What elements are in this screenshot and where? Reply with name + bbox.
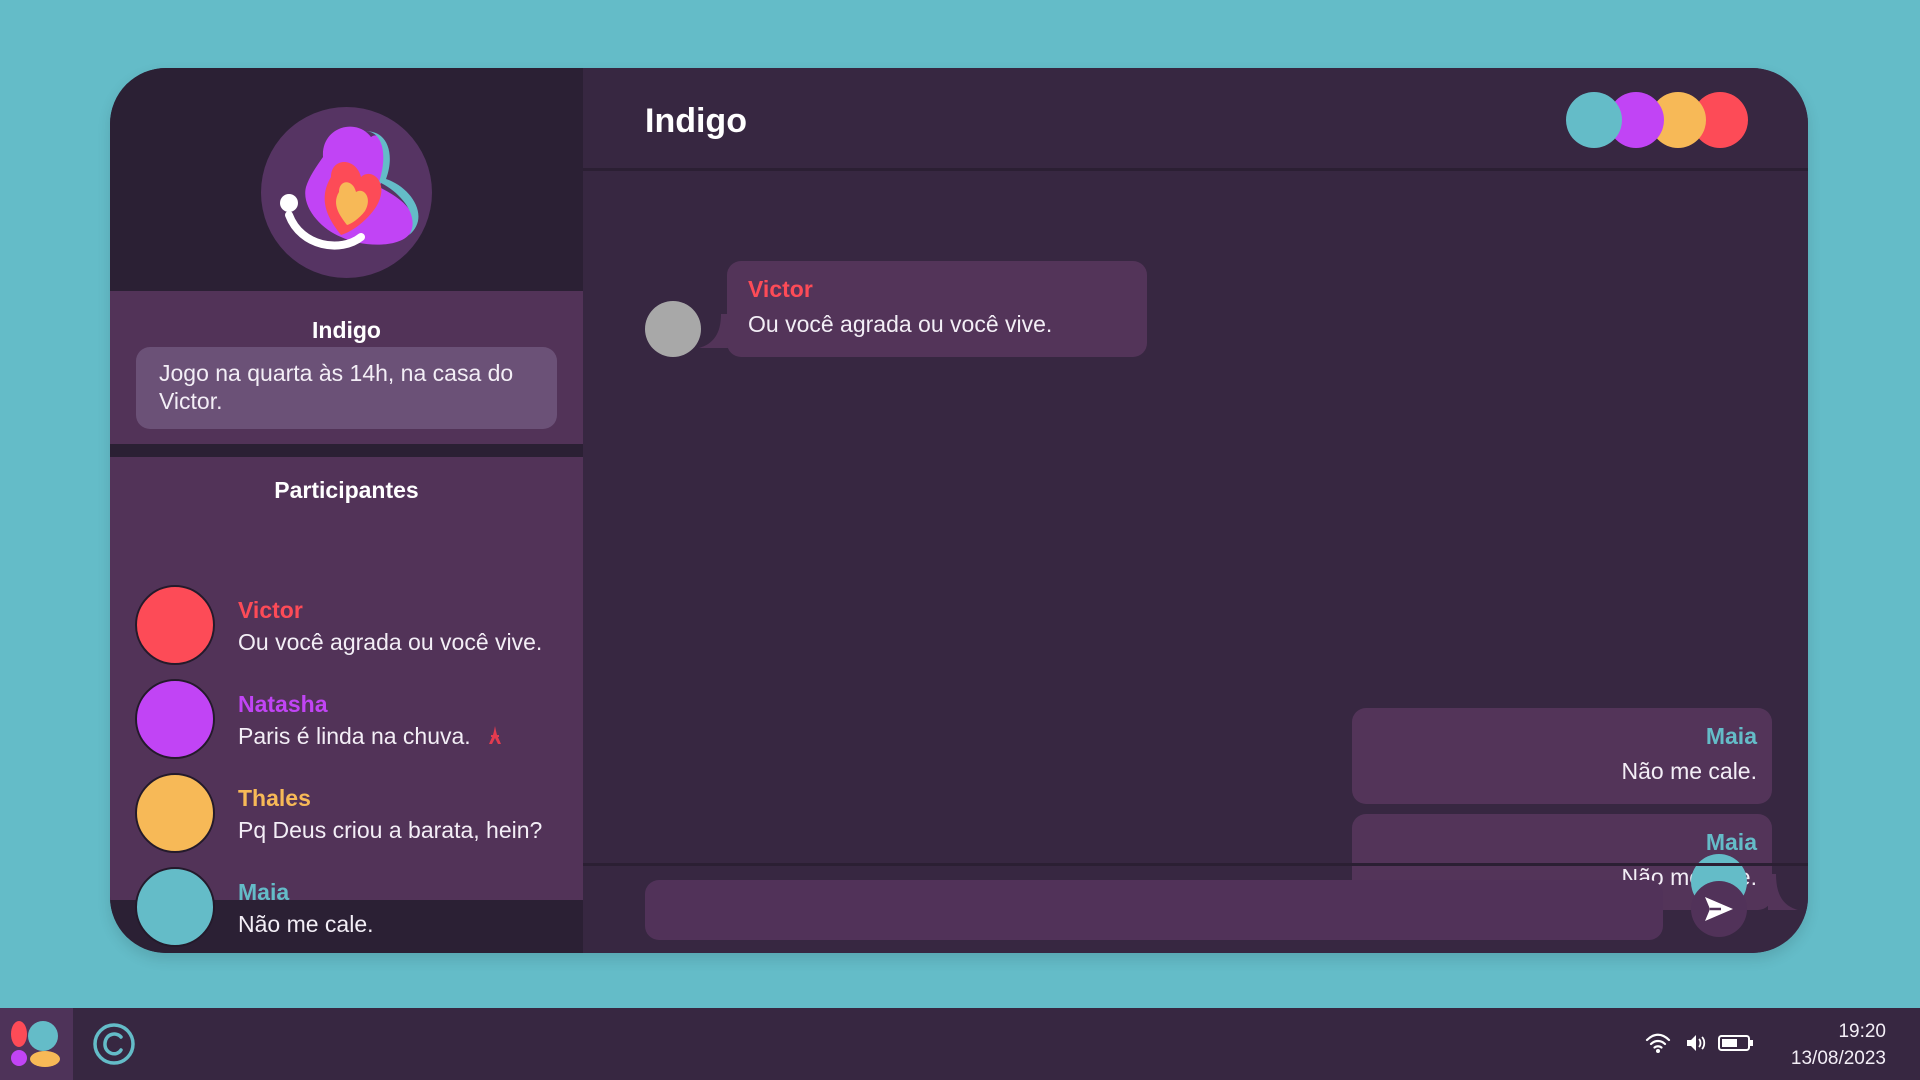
avatar: [1566, 92, 1622, 148]
clock[interactable]: 19:20 13/08/2023: [1791, 1018, 1886, 1072]
clock-date: 13/08/2023: [1790, 1048, 1886, 1069]
message-bubble[interactable]: Victor Ou você agrada ou você vive.: [727, 261, 1147, 357]
group-description: Jogo na quarta às 14h, na casa do Victor…: [136, 347, 557, 429]
group-info-panel: Indigo Jogo na quarta às 14h, na casa do…: [110, 291, 583, 444]
participant-name: Victor: [238, 597, 303, 623]
chat-title: Indigo: [645, 102, 747, 140]
send-button[interactable]: [1691, 881, 1747, 937]
message-list[interactable]: Victor Ou você agrada ou você vive. Maia…: [583, 174, 1808, 910]
volume-icon[interactable]: [1685, 1032, 1707, 1059]
battery-icon[interactable]: [1718, 1034, 1754, 1057]
participant-status-text: Paris é linda na chuva.: [238, 723, 471, 749]
message-input[interactable]: [645, 880, 1663, 940]
participant-status: Não me cale.: [238, 911, 374, 937]
avatar: [135, 867, 215, 947]
composer: [583, 863, 1808, 953]
message-sender: Maia: [1705, 829, 1757, 855]
participant-name: Thales: [238, 785, 311, 811]
avatar: [135, 585, 215, 665]
participants-panel: Participantes Victor Ou você agrada ou v…: [110, 457, 583, 947]
avatar: [135, 773, 215, 853]
chat-main: Indigo Victor Ou você agrada ou você viv…: [583, 68, 1808, 953]
bubble-tail: [699, 314, 729, 348]
participant-maia[interactable]: Maia Não me cale.: [135, 867, 575, 947]
avatar: [135, 679, 215, 759]
avatar: [645, 301, 701, 357]
copyright-app-icon[interactable]: [92, 1022, 136, 1066]
member-avatars[interactable]: [1566, 92, 1748, 148]
send-icon: [1703, 895, 1735, 923]
message-bubble[interactable]: Maia Não me cale.: [1352, 708, 1772, 804]
sidebar: Indigo Jogo na quarta às 14h, na casa do…: [110, 68, 583, 953]
participant-status: Pq Deus criou a barata, hein?: [238, 817, 543, 843]
participant-victor[interactable]: Victor Ou você agrada ou você vive.: [135, 585, 575, 665]
participant-name: Natasha: [238, 691, 328, 717]
participant-natasha[interactable]: Natasha Paris é linda na chuva.: [135, 679, 575, 759]
taskbar: 19:20 13/08/2023: [0, 1008, 1920, 1080]
chat-window: Indigo Jogo na quarta às 14h, na casa do…: [110, 68, 1808, 953]
chat-header: Indigo: [583, 68, 1808, 171]
eiffel-tower-icon: [487, 724, 503, 751]
participant-status: Paris é linda na chuva.: [238, 723, 503, 751]
group-name: Indigo: [312, 317, 381, 343]
participant-thales[interactable]: Thales Pq Deus criou a barata, hein?: [135, 773, 575, 853]
clock-time: 19:20: [1838, 1021, 1886, 1042]
message-sender: Victor: [748, 276, 813, 302]
participants-title: Participantes: [274, 477, 419, 503]
message-sender: Maia: [1705, 723, 1757, 749]
participant-status: Ou você agrada ou você vive.: [238, 629, 543, 655]
group-logo-icon: [261, 107, 432, 278]
app-logo-icon: [10, 1020, 62, 1073]
message-text: Não me cale.: [1621, 758, 1757, 784]
participant-name: Maia: [238, 879, 290, 905]
start-button[interactable]: [0, 1008, 73, 1080]
wifi-icon[interactable]: [1645, 1032, 1671, 1059]
message-text: Ou você agrada ou você vive.: [748, 311, 1053, 337]
